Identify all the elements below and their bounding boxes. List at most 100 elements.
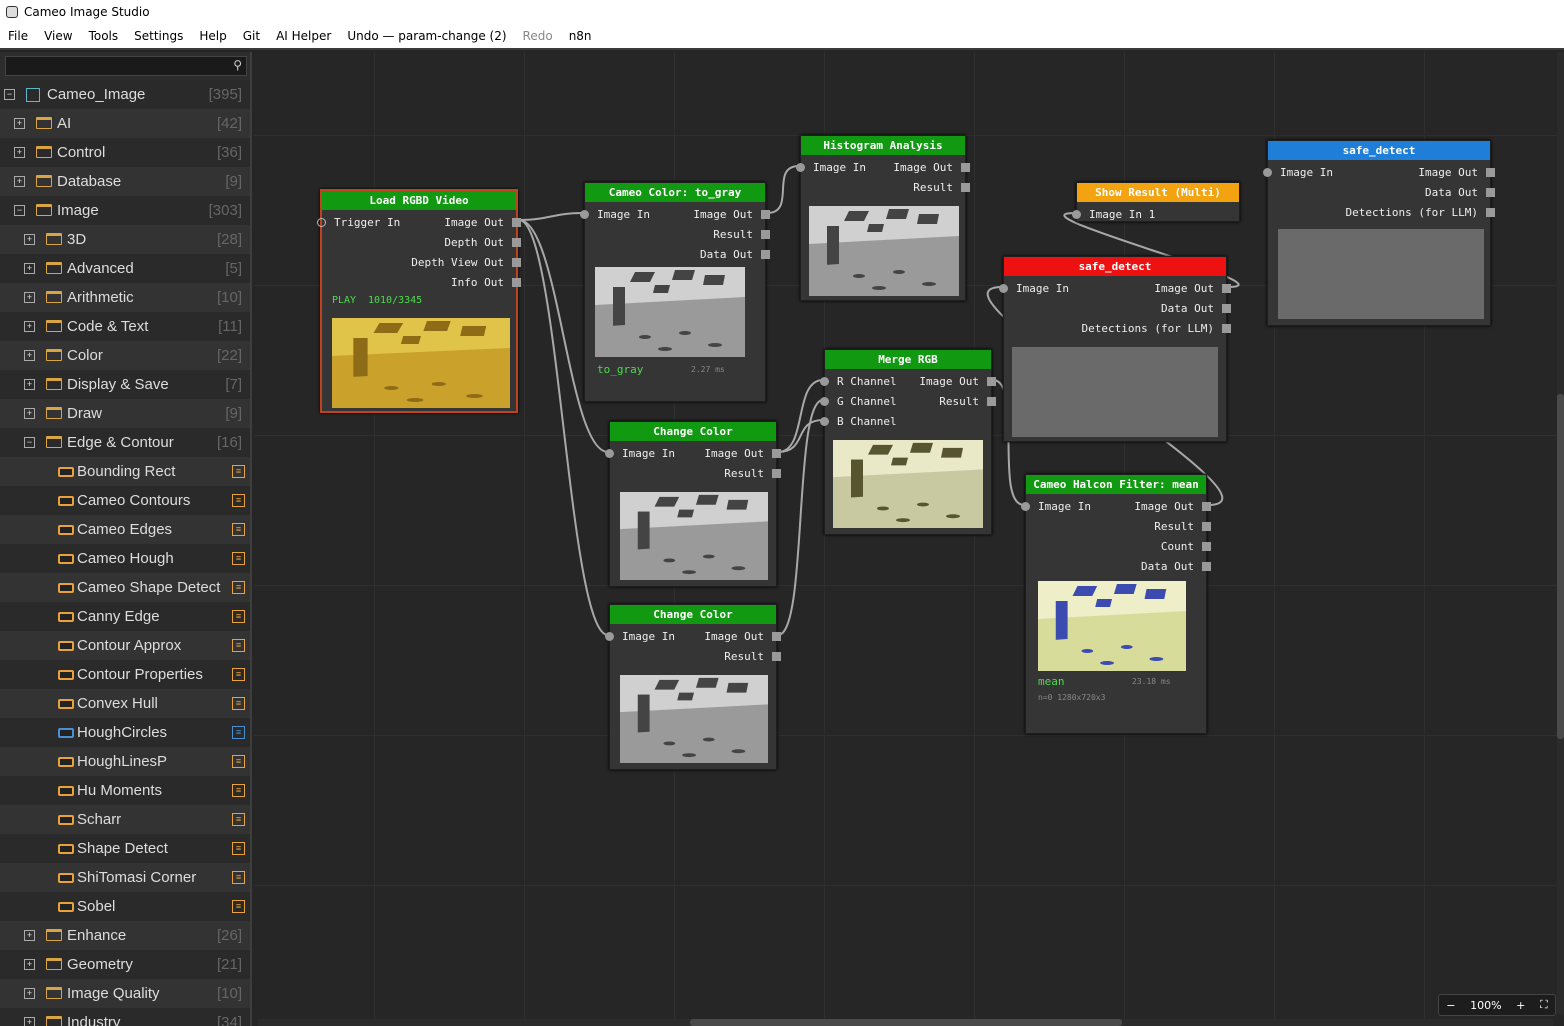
- tree-folder-item[interactable]: + Control [36]: [0, 138, 250, 167]
- node-title[interactable]: Change Color: [610, 422, 776, 441]
- node-title[interactable]: Merge RGB: [825, 350, 991, 369]
- output-port[interactable]: [1222, 324, 1231, 333]
- menu-tools[interactable]: Tools: [81, 29, 127, 43]
- node-title[interactable]: Show Result (Multi): [1077, 183, 1239, 202]
- collapse-icon[interactable]: −: [24, 437, 35, 448]
- node-title[interactable]: safe_detect: [1268, 141, 1490, 160]
- output-port[interactable]: [772, 469, 781, 478]
- menu-settings[interactable]: Settings: [126, 29, 191, 43]
- tree-node-item[interactable]: ≡ Sobel: [0, 892, 250, 921]
- menu-n8n[interactable]: n8n: [561, 29, 600, 43]
- node-gray[interactable]: Cameo Color: to_gray Image In Image Out Res…: [580, 182, 770, 402]
- node-doc-icon[interactable]: ≡: [232, 900, 245, 913]
- tree-folder-item[interactable]: + Geometry [21]: [0, 950, 250, 979]
- node-doc-icon[interactable]: ≡: [232, 755, 245, 768]
- node-title[interactable]: Cameo Halcon Filter: mean: [1026, 475, 1206, 494]
- input-port[interactable]: [580, 210, 589, 219]
- input-port[interactable]: [605, 449, 614, 458]
- expand-icon[interactable]: +: [24, 930, 35, 941]
- vertical-scrollbar[interactable]: [1557, 52, 1564, 1014]
- input-port[interactable]: [820, 397, 829, 406]
- node-doc-icon[interactable]: ≡: [232, 784, 245, 797]
- output-port[interactable]: [1202, 562, 1211, 571]
- expand-icon[interactable]: +: [14, 118, 25, 129]
- tree-folder-item[interactable]: + Draw [9]: [0, 399, 250, 428]
- node-show[interactable]: Show Result (Multi) Image In 1: [1072, 182, 1240, 222]
- tree-folder-item[interactable]: + Industry [34]: [0, 1008, 250, 1026]
- input-port[interactable]: [820, 417, 829, 426]
- zoom-out-button[interactable]: −: [1446, 999, 1455, 1012]
- input-port[interactable]: [1263, 168, 1272, 177]
- menu-git[interactable]: Git: [235, 29, 268, 43]
- input-port[interactable]: [605, 632, 614, 641]
- tree-node-item[interactable]: ≡ Cameo Hough: [0, 544, 250, 573]
- node-load[interactable]: Load RGBD Video Trigger In Image Out Depth …: [317, 189, 521, 413]
- input-port[interactable]: [1021, 502, 1030, 511]
- tree-node-item[interactable]: ≡ Bounding Rect: [0, 457, 250, 486]
- node-merge[interactable]: Merge RGB R Channel G Channel B Channel Imag…: [820, 349, 996, 535]
- node-doc-icon[interactable]: ≡: [232, 465, 245, 478]
- connection-wire[interactable]: [777, 379, 824, 453]
- menu-undo[interactable]: Undo — param-change (2): [339, 29, 514, 43]
- expand-icon[interactable]: +: [24, 321, 35, 332]
- node-title[interactable]: Change Color: [610, 605, 776, 624]
- tree-folder-item[interactable]: + Arithmetic [10]: [0, 283, 250, 312]
- output-port[interactable]: [987, 397, 996, 406]
- output-port[interactable]: [1222, 304, 1231, 313]
- menu-help[interactable]: Help: [191, 29, 234, 43]
- node-doc-icon[interactable]: ≡: [232, 639, 245, 652]
- output-port[interactable]: [512, 258, 521, 267]
- menu-redo[interactable]: Redo: [515, 29, 561, 43]
- collapse-icon[interactable]: −: [14, 205, 25, 216]
- node-cc1[interactable]: Change Color Image In Image Out Result: [605, 421, 781, 587]
- output-port[interactable]: [761, 250, 770, 259]
- tree-node-item[interactable]: ≡ Hu Moments: [0, 776, 250, 805]
- input-port[interactable]: [317, 218, 326, 227]
- output-port[interactable]: [772, 632, 781, 641]
- node-title[interactable]: Cameo Color: to_gray: [585, 183, 765, 202]
- tree-folder-item[interactable]: + Color [22]: [0, 341, 250, 370]
- tree-node-item[interactable]: ≡ Shape Detect: [0, 834, 250, 863]
- tree-folder-item[interactable]: + Enhance [26]: [0, 921, 250, 950]
- connection-wire[interactable]: [777, 419, 824, 453]
- connection-wire[interactable]: [518, 212, 584, 221]
- tree-folder-item[interactable]: + Database [9]: [0, 167, 250, 196]
- expand-icon[interactable]: +: [24, 988, 35, 999]
- expand-icon[interactable]: +: [24, 292, 35, 303]
- output-port[interactable]: [1202, 502, 1211, 511]
- expand-icon[interactable]: +: [14, 147, 25, 158]
- tree-node-item[interactable]: ≡ Contour Approx: [0, 631, 250, 660]
- tree-folder-item[interactable]: − Cameo_Image [395]: [0, 80, 250, 109]
- connection-wire[interactable]: [766, 165, 800, 214]
- tree-node-item[interactable]: ≡ Cameo Contours: [0, 486, 250, 515]
- search-input[interactable]: ⚲: [5, 56, 247, 76]
- tree-node-item[interactable]: ≡ Cameo Shape Detect: [0, 573, 250, 602]
- output-port[interactable]: [512, 278, 521, 287]
- tree-node-item[interactable]: ≡ ShiTomasi Corner: [0, 863, 250, 892]
- tree-folder-item[interactable]: + Code & Text [11]: [0, 312, 250, 341]
- node-doc-icon[interactable]: ≡: [232, 697, 245, 710]
- node-doc-icon[interactable]: ≡: [232, 581, 245, 594]
- node-doc-icon[interactable]: ≡: [232, 813, 245, 826]
- node-doc-icon[interactable]: ≡: [232, 552, 245, 565]
- node-title[interactable]: Histogram Analysis: [801, 136, 965, 155]
- node-doc-icon[interactable]: ≡: [232, 610, 245, 623]
- expand-icon[interactable]: +: [24, 350, 35, 361]
- node-doc-icon[interactable]: ≡: [232, 668, 245, 681]
- collapse-icon[interactable]: −: [4, 89, 15, 100]
- expand-icon[interactable]: +: [24, 1017, 35, 1026]
- tree-folder-item[interactable]: + Advanced [5]: [0, 254, 250, 283]
- output-port[interactable]: [761, 210, 770, 219]
- output-port[interactable]: [512, 238, 521, 247]
- tree-node-item[interactable]: ≡ HoughCircles: [0, 718, 250, 747]
- node-graph-canvas[interactable]: Load RGBD Video Trigger In Image Out Depth …: [254, 52, 1564, 1026]
- expand-icon[interactable]: +: [14, 176, 25, 187]
- expand-icon[interactable]: +: [24, 263, 35, 274]
- input-port[interactable]: [796, 163, 805, 172]
- zoom-in-button[interactable]: +: [1516, 999, 1525, 1012]
- tree-folder-item[interactable]: + Image Quality [10]: [0, 979, 250, 1008]
- output-port[interactable]: [1486, 168, 1495, 177]
- expand-icon[interactable]: +: [24, 959, 35, 970]
- output-port[interactable]: [761, 230, 770, 239]
- input-port[interactable]: [820, 377, 829, 386]
